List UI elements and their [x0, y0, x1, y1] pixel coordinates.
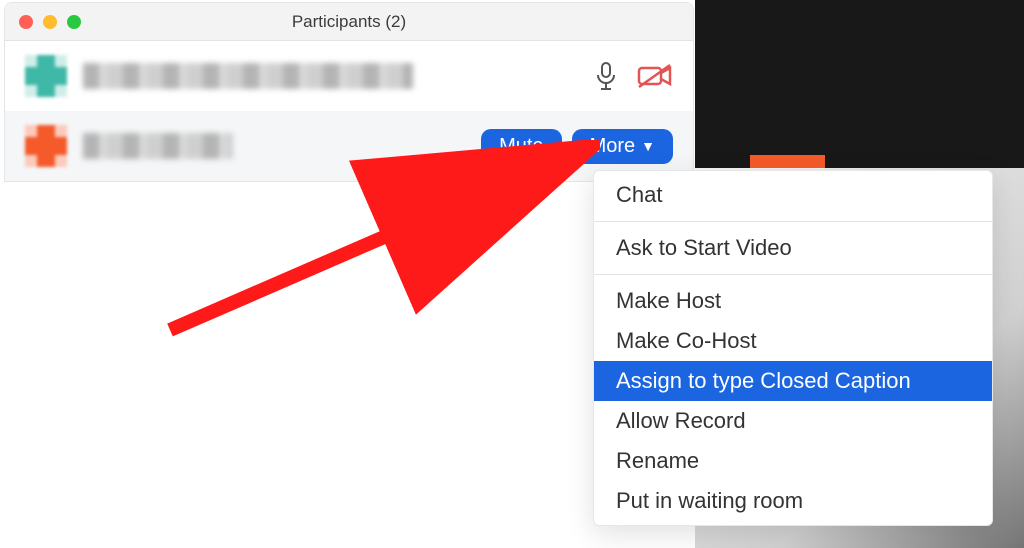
- more-menu: Chat Ask to Start Video Make Host Make C…: [593, 170, 993, 526]
- participant-name-redacted: [83, 133, 233, 159]
- mute-label: Mute: [499, 135, 543, 158]
- window-controls: [19, 15, 81, 29]
- menu-item-assign-cc[interactable]: Assign to type Closed Caption: [594, 361, 992, 401]
- menu-item-ask-video[interactable]: Ask to Start Video: [594, 228, 992, 268]
- more-button[interactable]: More ▼: [572, 129, 673, 164]
- menu-separator: [594, 221, 992, 222]
- menu-item-allow-record[interactable]: Allow Record: [594, 401, 992, 441]
- participants-panel: Participants (2): [4, 2, 694, 182]
- menu-item-chat[interactable]: Chat: [594, 175, 992, 215]
- menu-item-rename[interactable]: Rename: [594, 441, 992, 481]
- participant-row[interactable]: Mute More ▼: [5, 111, 693, 181]
- accent-strip: [750, 155, 825, 169]
- participant-name-redacted: [83, 63, 413, 89]
- more-label: More: [590, 135, 636, 158]
- avatar: [25, 125, 67, 167]
- minimize-icon[interactable]: [43, 15, 57, 29]
- microphone-icon[interactable]: [595, 62, 617, 90]
- menu-item-make-host[interactable]: Make Host: [594, 281, 992, 321]
- chevron-down-icon: ▼: [641, 138, 655, 154]
- menu-separator: [594, 274, 992, 275]
- menu-item-make-cohost[interactable]: Make Co-Host: [594, 321, 992, 361]
- panel-title: Participants (2): [5, 12, 693, 32]
- participant-row[interactable]: [5, 41, 693, 111]
- camera-off-icon[interactable]: [637, 63, 673, 89]
- menu-item-waiting-room[interactable]: Put in waiting room: [594, 481, 992, 521]
- avatar: [25, 55, 67, 97]
- mute-button[interactable]: Mute: [481, 129, 561, 164]
- zoom-icon[interactable]: [67, 15, 81, 29]
- titlebar[interactable]: Participants (2): [5, 3, 693, 41]
- close-icon[interactable]: [19, 15, 33, 29]
